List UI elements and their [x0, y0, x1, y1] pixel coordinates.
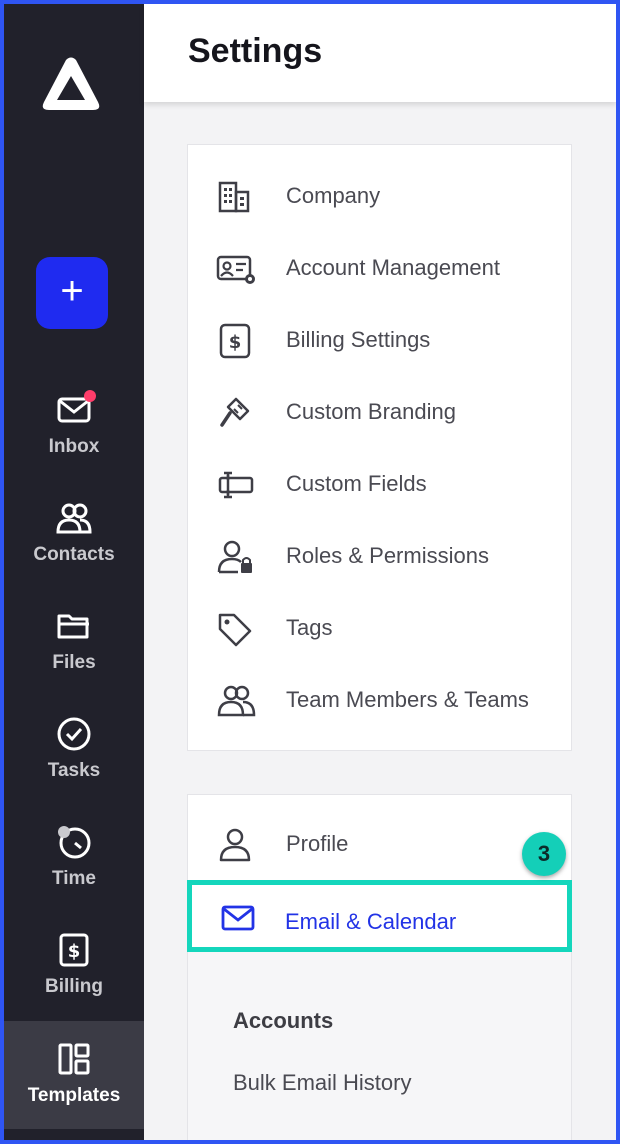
user-icon — [216, 827, 254, 863]
nav-label: Tasks — [47, 760, 101, 781]
settings-item-roles-permissions[interactable]: Roles & Permissions — [188, 521, 571, 593]
settings-item-tags[interactable]: Tags — [188, 593, 571, 665]
nav-label: Inbox — [48, 436, 100, 457]
settings-item-label: Tags — [286, 615, 333, 640]
email-calendar-submenu: Accounts Bulk Email History — [187, 952, 572, 1140]
settings-item-label: Custom Branding — [286, 399, 456, 424]
check-circle-icon — [54, 714, 94, 754]
nav-contacts[interactable]: Contacts — [4, 498, 144, 566]
contacts-icon — [54, 498, 94, 538]
settings-item-team-members[interactable]: Team Members & Teams — [188, 665, 571, 737]
templates-icon — [54, 1039, 94, 1079]
billing-icon: $ — [54, 930, 94, 970]
notification-dot — [84, 390, 96, 402]
nav-files[interactable]: Files — [4, 606, 144, 674]
create-button[interactable]: + — [36, 257, 108, 329]
settings-item-email-calendar[interactable]: Email & Calendar — [187, 880, 572, 952]
svg-text:$: $ — [229, 332, 242, 353]
settings-item-label: Team Members & Teams — [286, 687, 529, 712]
nav-templates[interactable]: Templates — [4, 1021, 144, 1129]
left-rail: + Inbox Contacts Files Tasks Time $ Bill… — [4, 4, 144, 1140]
dollar-icon: $ — [216, 323, 254, 359]
nav-label: Templates — [27, 1085, 121, 1106]
nav-label: Contacts — [33, 544, 115, 565]
settings-item-custom-fields[interactable]: Custom Fields — [188, 449, 571, 521]
settings-item-custom-branding[interactable]: Custom Branding — [188, 377, 571, 449]
submenu-bulk-email-history[interactable]: Bulk Email History — [233, 1070, 411, 1096]
timer-icon — [54, 822, 94, 862]
svg-text:$: $ — [68, 941, 81, 962]
page-title: Settings — [188, 32, 323, 70]
app-frame: + Inbox Contacts Files Tasks Time $ Bill… — [4, 4, 616, 1140]
nav-inbox[interactable]: Inbox — [4, 390, 144, 458]
app-logo[interactable] — [40, 56, 102, 114]
settings-item-billing-settings[interactable]: $ Billing Settings — [188, 305, 571, 377]
settings-item-label: Email & Calendar — [285, 909, 457, 934]
page-header: Settings — [144, 4, 616, 102]
folder-icon — [54, 606, 94, 646]
firm-settings-card: Company Account Management $ Billing Set… — [187, 144, 572, 751]
nav-tasks[interactable]: Tasks — [4, 714, 144, 782]
settings-item-label: Company — [286, 183, 381, 208]
nav-time[interactable]: Time — [4, 822, 144, 890]
user-lock-icon — [216, 539, 254, 575]
submenu-accounts[interactable]: Accounts — [233, 1008, 333, 1034]
building-icon — [216, 179, 254, 215]
settings-item-profile[interactable]: Profile — [188, 809, 571, 881]
settings-item-label: Account Management — [286, 255, 501, 280]
text-field-icon — [216, 467, 254, 503]
account-card-icon — [216, 251, 255, 287]
nav-label: Billing — [44, 976, 104, 997]
tag-icon — [216, 611, 254, 647]
step-badge: 3 — [522, 832, 566, 876]
settings-item-company[interactable]: Company — [188, 161, 571, 233]
settings-item-label: Profile — [286, 831, 349, 856]
settings-item-label: Roles & Permissions — [286, 543, 489, 568]
nav-billing[interactable]: $ Billing — [4, 930, 144, 998]
settings-item-account-management[interactable]: Account Management — [188, 233, 571, 305]
nav-label: Time — [51, 868, 96, 889]
team-icon — [216, 683, 256, 719]
settings-item-label: Custom Fields — [286, 471, 427, 496]
mail-icon — [220, 903, 258, 933]
nav-label: Files — [52, 652, 96, 673]
brush-icon — [216, 395, 254, 431]
settings-item-label: Billing Settings — [286, 327, 431, 352]
